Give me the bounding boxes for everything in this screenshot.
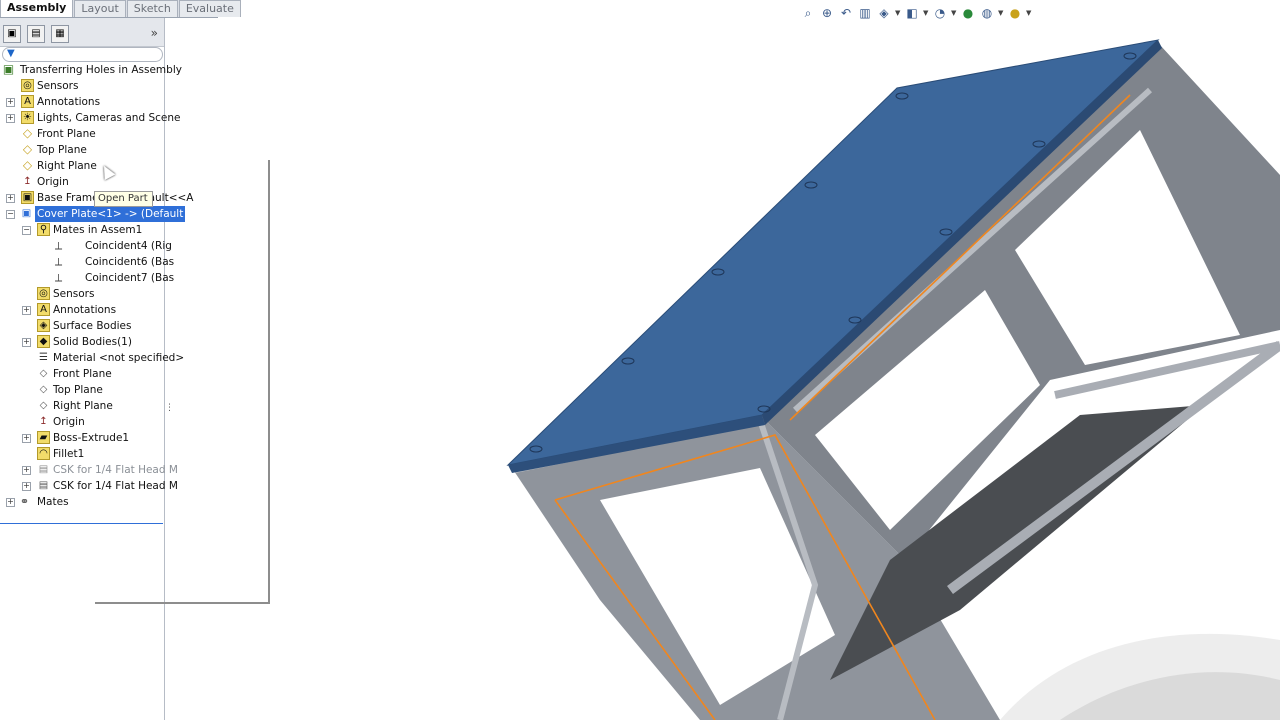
chevron-down-icon[interactable]: ▼ xyxy=(1026,9,1032,17)
hide-show-items-icon[interactable]: ◔ xyxy=(932,5,948,21)
plane-icon: ◇ xyxy=(39,400,48,411)
view-orientation-icon[interactable]: ◈ xyxy=(876,5,892,21)
tree-filter-field[interactable]: ▼ xyxy=(2,47,163,62)
expand-panel-icon[interactable]: » xyxy=(151,26,158,40)
previous-view-icon[interactable]: ↶ xyxy=(838,5,854,21)
configuration-manager-tab-icon[interactable]: ▦ xyxy=(51,25,69,43)
extrude-icon: ▰ xyxy=(37,431,50,444)
apply-scene-icon[interactable]: ◍ xyxy=(979,5,995,21)
coincident-mate-icon: ⟂ xyxy=(54,239,63,252)
coincident-mate-icon: ⟂ xyxy=(54,271,63,284)
zoom-to-fit-icon[interactable]: ⌕ xyxy=(800,5,816,21)
sensor-icon: ◎ xyxy=(21,79,34,92)
section-view-icon[interactable]: ▥ xyxy=(857,5,873,21)
part-icon: ▣ xyxy=(21,208,32,219)
feature-manager-tab-icon[interactable]: ▣ xyxy=(3,25,21,43)
mates-folder-icon: ⚲ xyxy=(37,223,50,236)
plane-icon: ◇ xyxy=(22,142,33,156)
plane-icon: ◇ xyxy=(22,158,33,172)
expand-toggle-icon[interactable]: + xyxy=(6,498,15,507)
expand-toggle-icon[interactable]: + xyxy=(22,306,31,315)
origin-icon: ↥ xyxy=(39,416,48,427)
coincident-mate-icon: ⟂ xyxy=(54,255,63,268)
material-icon: ☰ xyxy=(39,352,48,363)
plane-icon: ◇ xyxy=(39,368,48,379)
panel-tab-strip: ▣ ▤ ▦ » xyxy=(0,18,164,47)
collapse-toggle-icon[interactable]: − xyxy=(22,226,31,235)
view-settings-icon[interactable]: ● xyxy=(1007,5,1023,21)
hole-wizard-icon: ▤ xyxy=(38,480,49,491)
flyout-tree-outline xyxy=(95,160,270,604)
chevron-down-icon[interactable]: ▼ xyxy=(998,9,1004,17)
hole-wizard-icon: ▤ xyxy=(38,464,49,475)
annotations-icon: A xyxy=(21,95,34,108)
heads-up-view-toolbar: ⌕ ⊕ ↶ ▥ ◈ ▼ ◧ ▼ ◔ ▼ ● ◍ ▼ ● ▼ xyxy=(800,4,1032,22)
chevron-down-icon[interactable]: ▼ xyxy=(923,9,929,17)
expand-toggle-icon[interactable]: + xyxy=(22,482,31,491)
tooltip: Open Part xyxy=(94,191,153,207)
expand-toggle-icon[interactable]: + xyxy=(6,114,15,123)
expand-toggle-icon[interactable]: + xyxy=(6,98,15,107)
plane-icon: ◇ xyxy=(22,126,33,140)
assembly-icon: ▣ xyxy=(2,62,15,76)
edit-appearance-icon[interactable]: ● xyxy=(960,5,976,21)
expand-toggle-icon[interactable]: + xyxy=(22,338,31,347)
annotations-icon: A xyxy=(37,303,50,316)
fillet-icon: ◠ xyxy=(37,447,50,460)
expand-toggle-icon[interactable]: + xyxy=(22,466,31,475)
chevron-down-icon[interactable]: ▼ xyxy=(951,9,957,17)
display-style-icon[interactable]: ◧ xyxy=(904,5,920,21)
part-icon: ▣ xyxy=(21,191,34,204)
expand-toggle-icon[interactable]: + xyxy=(22,434,31,443)
zoom-to-area-icon[interactable]: ⊕ xyxy=(819,5,835,21)
filter-icon: ▼ xyxy=(7,48,15,59)
mates-icon: ⚭ xyxy=(19,495,30,508)
solid-bodies-icon: ◆ xyxy=(37,335,50,348)
surface-bodies-icon: ◈ xyxy=(37,319,50,332)
chevron-down-icon[interactable]: ▼ xyxy=(895,9,901,17)
lights-icon: ☀ xyxy=(21,111,34,124)
property-manager-tab-icon[interactable]: ▤ xyxy=(27,25,45,43)
expand-toggle-icon[interactable]: + xyxy=(6,194,15,203)
origin-icon: ↥ xyxy=(23,176,32,187)
collapse-toggle-icon[interactable]: − xyxy=(6,210,15,219)
plane-icon: ◇ xyxy=(39,384,48,395)
sensor-icon: ◎ xyxy=(37,287,50,300)
